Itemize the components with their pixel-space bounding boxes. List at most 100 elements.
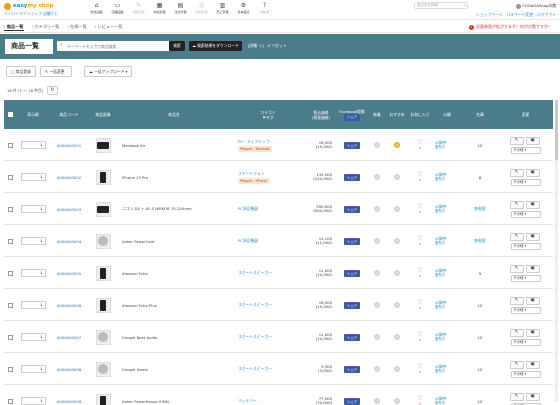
nav-item-products[interactable]: ▦ 商品管理 bbox=[149, 2, 170, 18]
new-toggle[interactable] bbox=[374, 398, 380, 404]
image-button[interactable]: ▣ bbox=[525, 392, 540, 401]
image-button[interactable]: ▣ bbox=[525, 328, 540, 337]
recommend-toggle[interactable] bbox=[394, 366, 400, 372]
new-toggle[interactable] bbox=[374, 270, 380, 276]
row-checkbox[interactable] bbox=[7, 398, 13, 404]
row-checkbox[interactable] bbox=[7, 174, 13, 180]
other-actions-select[interactable]: その他 ▾ bbox=[510, 242, 541, 250]
edit-button[interactable]: ✎ bbox=[509, 232, 524, 241]
other-actions-select[interactable]: その他 ▾ bbox=[510, 274, 541, 282]
image-button[interactable]: ▣ bbox=[525, 232, 540, 241]
header-name[interactable]: 商品名 bbox=[118, 100, 230, 129]
new-toggle[interactable] bbox=[374, 334, 380, 340]
category-link[interactable]: スマートスピーカー bbox=[238, 366, 272, 372]
edit-button[interactable]: ✎ bbox=[509, 200, 524, 209]
new-toggle[interactable] bbox=[374, 142, 380, 148]
header-code[interactable]: 商品コード bbox=[50, 100, 88, 129]
nav-item-home[interactable]: ⌂ 総合画面 bbox=[86, 2, 107, 18]
facebook-share-button[interactable]: シェア bbox=[344, 301, 360, 309]
product-thumbnail[interactable] bbox=[95, 137, 111, 153]
reset-link[interactable]: ↺ リセット bbox=[267, 41, 287, 51]
nav-item-design[interactable]: ✎ 画面管理 bbox=[128, 2, 149, 18]
row-checkbox[interactable] bbox=[7, 334, 13, 340]
product-code-link[interactable]: A000000001 bbox=[57, 143, 81, 148]
new-toggle[interactable] bbox=[374, 238, 380, 244]
recommend-toggle[interactable] bbox=[394, 206, 400, 212]
sale-status-link[interactable]: 販売中 bbox=[435, 401, 445, 405]
category-link[interactable]: バッテリー bbox=[238, 398, 257, 404]
tag-badge[interactable]: ⚑Apple , iPhone bbox=[238, 177, 269, 184]
bulk-upload-button[interactable]: ☁ 一括アップロード ▾ bbox=[84, 66, 132, 77]
edit-button[interactable]: ✎ bbox=[509, 296, 524, 305]
product-thumbnail[interactable] bbox=[95, 169, 111, 185]
new-toggle[interactable] bbox=[374, 174, 380, 180]
category-link[interactable]: スマートスピーカー bbox=[238, 270, 272, 276]
recommend-toggle[interactable] bbox=[394, 302, 400, 308]
product-thumbnail[interactable] bbox=[95, 233, 111, 249]
product-code-link[interactable]: A000000003 bbox=[57, 207, 81, 212]
image-button[interactable]: ▣ bbox=[525, 168, 540, 177]
edit-button[interactable]: ✎ bbox=[509, 360, 524, 369]
download-results-button[interactable]: ☁ 検索結果をダウンロード bbox=[189, 41, 242, 51]
select-all-checkbox[interactable] bbox=[7, 112, 13, 117]
image-button[interactable]: ▣ bbox=[525, 264, 540, 273]
sale-status-link[interactable]: 販売中 bbox=[435, 145, 445, 150]
facebook-share-button[interactable]: シェア bbox=[344, 397, 360, 405]
order-input[interactable]: 1 bbox=[20, 333, 46, 341]
other-actions-select[interactable]: その他 ▾ bbox=[510, 178, 541, 186]
order-input[interactable]: 1 bbox=[20, 301, 46, 309]
refresh-button[interactable]: ↻ bbox=[47, 86, 58, 95]
facebook-share-button[interactable]: シェア bbox=[344, 205, 360, 213]
tab-review-list[interactable]: ›レビュー一覧 bbox=[95, 23, 123, 31]
facebook-share-button[interactable]: シェア bbox=[344, 173, 360, 181]
new-toggle[interactable] bbox=[374, 302, 380, 308]
edit-button[interactable]: ✎ bbox=[509, 392, 524, 401]
row-checkbox[interactable] bbox=[7, 206, 13, 212]
category-link[interactable]: PC周辺機器 bbox=[238, 238, 258, 244]
product-thumbnail[interactable] bbox=[95, 393, 111, 405]
sale-status-link[interactable]: 販売中 bbox=[435, 337, 445, 342]
product-code-link[interactable]: A000000006 bbox=[57, 303, 81, 308]
other-actions-select[interactable]: その他 ▾ bbox=[510, 146, 541, 154]
shop-search-input[interactable]: 各店店名検索 ⌕ bbox=[414, 2, 468, 9]
other-actions-select[interactable]: その他 ▾ bbox=[510, 338, 541, 346]
facebook-share-all-button[interactable]: シェア bbox=[344, 113, 360, 121]
nav-item-help[interactable]: ? ヘルプ bbox=[254, 2, 275, 18]
sale-status-link[interactable]: 販売中 bbox=[435, 273, 445, 278]
product-thumbnail[interactable] bbox=[95, 265, 111, 281]
product-code-link[interactable]: A000000008 bbox=[57, 367, 81, 372]
order-input[interactable]: 1 bbox=[20, 173, 46, 181]
sale-status-link[interactable]: 販売中 bbox=[435, 241, 445, 246]
product-thumbnail[interactable] bbox=[95, 329, 111, 345]
tab-stock-list[interactable]: ›在庫一覧 bbox=[67, 23, 86, 31]
shop-name[interactable]: CGOAGAShopの館 bbox=[516, 3, 556, 9]
row-checkbox[interactable] bbox=[7, 302, 13, 308]
edit-button[interactable]: ✎ bbox=[509, 328, 524, 337]
sale-status-link[interactable]: 販売中 bbox=[435, 177, 445, 182]
recommend-toggle[interactable] bbox=[394, 238, 400, 244]
facebook-share-button[interactable]: シェア bbox=[344, 141, 360, 149]
header-order[interactable]: 表示順 bbox=[16, 100, 50, 129]
category-link[interactable]: PC周辺機器 bbox=[238, 206, 258, 212]
product-code-link[interactable]: A000000009 bbox=[57, 399, 81, 404]
nav-item-orders[interactable]: ▤ 注文管理 bbox=[170, 2, 191, 18]
header-favorite[interactable]: お気に入り bbox=[408, 100, 432, 129]
nav-item-sales[interactable]: ▥ 売上管理 bbox=[212, 2, 233, 18]
header-price[interactable]: 税込価格 (税抜価格) bbox=[306, 100, 336, 129]
recommend-toggle[interactable] bbox=[394, 334, 400, 340]
logout-link[interactable]: ログアウト bbox=[537, 12, 556, 18]
tab-product-list[interactable]: ›商品一覧 bbox=[4, 23, 24, 31]
order-input[interactable]: 1 bbox=[20, 397, 46, 405]
facebook-share-button[interactable]: シェア bbox=[344, 237, 360, 245]
detail-search-link[interactable]: [詳細 ＋] bbox=[248, 41, 264, 51]
product-code-link[interactable]: A000000004 bbox=[57, 239, 81, 244]
order-input[interactable]: 1 bbox=[20, 141, 46, 149]
recommend-toggle[interactable] bbox=[394, 398, 400, 404]
category-link[interactable]: スマートスピーカー bbox=[238, 334, 272, 340]
register-product-button[interactable]: ▢ 商品登録 bbox=[6, 66, 36, 77]
product-thumbnail[interactable] bbox=[95, 297, 111, 313]
stock-value[interactable]: 無制限 bbox=[474, 206, 485, 212]
nav-item-members[interactable]: ◎ 顧客管理 bbox=[191, 2, 212, 18]
page-scrollbar[interactable] bbox=[555, 100, 558, 402]
row-checkbox[interactable] bbox=[7, 366, 13, 372]
